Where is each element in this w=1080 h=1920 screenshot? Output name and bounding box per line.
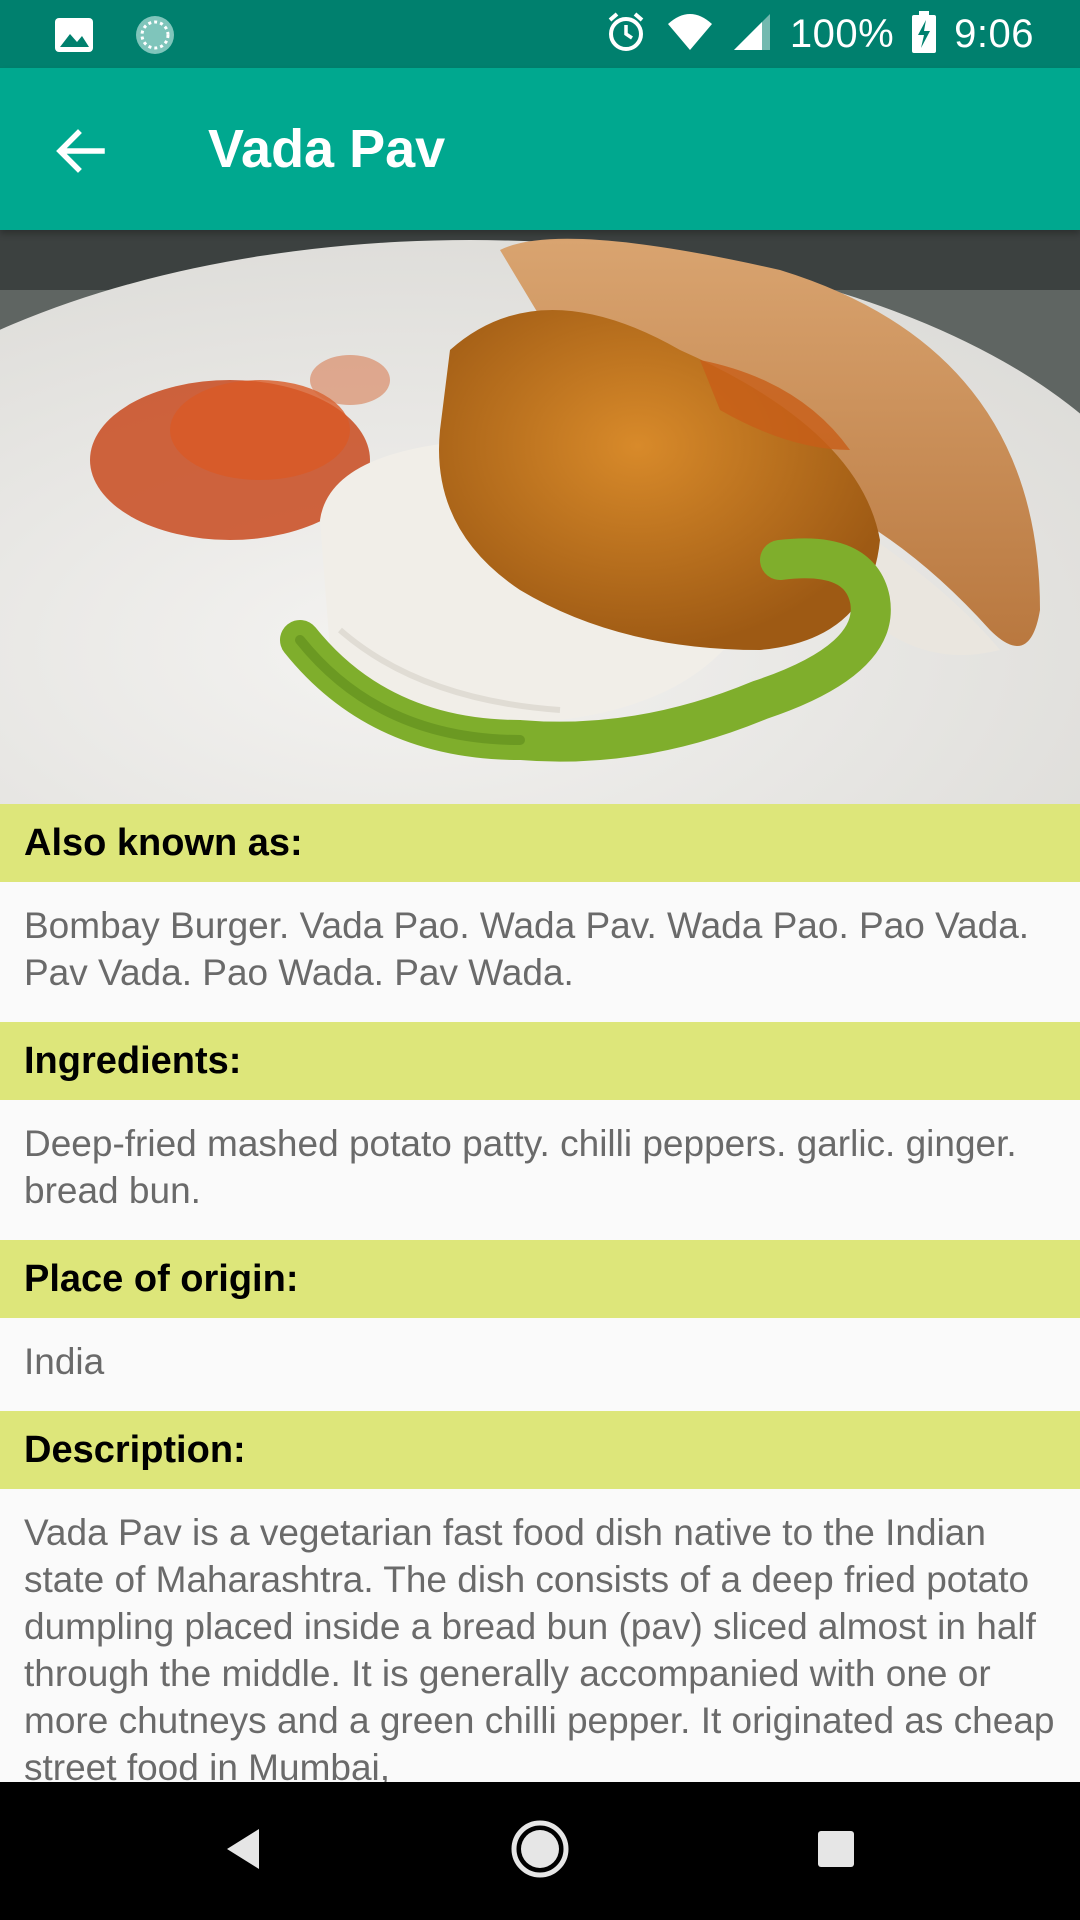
also-known-as-header: Also known as: (0, 804, 1080, 882)
status-bar: 100% 9:06 (0, 0, 1080, 68)
battery-charging-icon (912, 10, 937, 58)
nav-recents-button[interactable] (801, 1816, 871, 1886)
place-of-origin-header: Place of origin: (0, 1240, 1080, 1318)
ingredients-text: Deep-fried mashed potato patty. chilli p… (0, 1100, 1080, 1240)
home-circle-icon (510, 1819, 570, 1884)
description-text: Vada Pav is a vegetarian fast food dish … (0, 1489, 1080, 1782)
sync-notification-icon (134, 14, 176, 61)
back-triangle-icon (223, 1827, 263, 1876)
page-title: Vada Pav (208, 119, 446, 179)
details-list[interactable]: Also known as: Bombay Burger. Vada Pao. … (0, 804, 1080, 1782)
description-header: Description: (0, 1411, 1080, 1489)
ingredients-header: Ingredients: (0, 1022, 1080, 1100)
also-known-as-text: Bombay Burger. Vada Pao. Wada Pav. Wada … (0, 882, 1080, 1022)
vada-pav-photo (0, 230, 1080, 804)
battery-percent: 100% (789, 11, 895, 56)
nav-back-button[interactable] (208, 1816, 278, 1886)
nav-home-button[interactable] (505, 1816, 575, 1886)
alarm-icon (604, 10, 648, 59)
place-of-origin-text: India (0, 1318, 1080, 1411)
system-status: 100% 9:06 (604, 0, 1034, 68)
image-notification-icon (54, 15, 94, 60)
arrow-back-icon (54, 125, 106, 182)
wifi-icon (666, 12, 714, 57)
clock: 9:06 (954, 11, 1034, 56)
food-image (0, 230, 1080, 804)
cell-signal-icon (732, 12, 772, 57)
notification-icons (54, 14, 176, 61)
back-button[interactable] (40, 113, 120, 193)
app-bar: Vada Pav (0, 68, 1080, 230)
recents-square-icon (816, 1829, 856, 1874)
system-nav-bar (0, 1782, 1080, 1920)
